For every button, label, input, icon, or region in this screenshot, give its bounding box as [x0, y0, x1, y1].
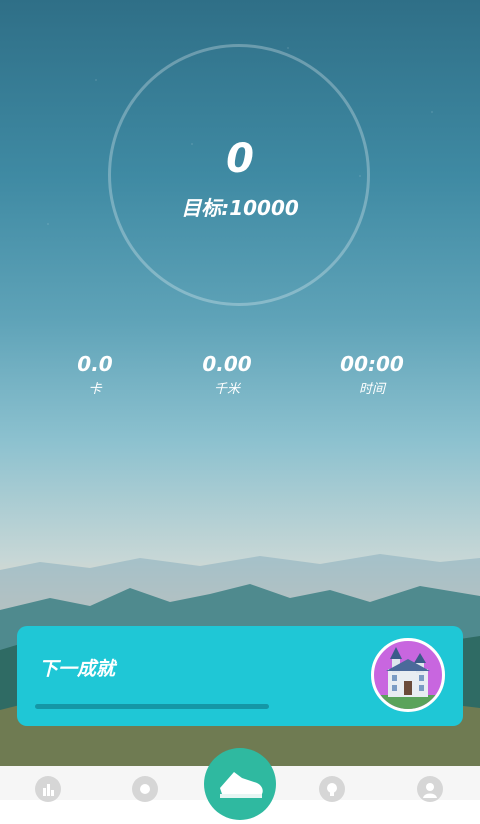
time-label: 时间 [358, 382, 385, 397]
medal-icon[interactable] [132, 776, 158, 802]
chart-icon[interactable] [35, 776, 61, 802]
profile-icon[interactable] [417, 776, 443, 802]
stat-distance: 0.00 千米 [167, 352, 287, 397]
distance-value: 0.00 [202, 352, 252, 376]
achievement-progress-bar [35, 704, 269, 709]
time-value: 00:00 [340, 352, 404, 376]
distance-label: 千米 [213, 382, 240, 397]
step-count: 0 [226, 136, 254, 182]
achievement-badge-image [371, 638, 445, 712]
calories-label: 卡 [88, 382, 102, 397]
shoe-icon[interactable] [204, 748, 276, 820]
lightbulb-icon[interactable] [319, 776, 345, 802]
stat-calories: 0.0 卡 [35, 352, 155, 397]
calories-value: 0.0 [77, 352, 113, 376]
stat-time: 00:00 时间 [312, 352, 432, 397]
next-achievement-title: 下一成就 [39, 658, 116, 680]
next-achievement-card[interactable]: 下一成就 [17, 626, 463, 726]
step-goal: 目标:10000 [181, 196, 299, 220]
